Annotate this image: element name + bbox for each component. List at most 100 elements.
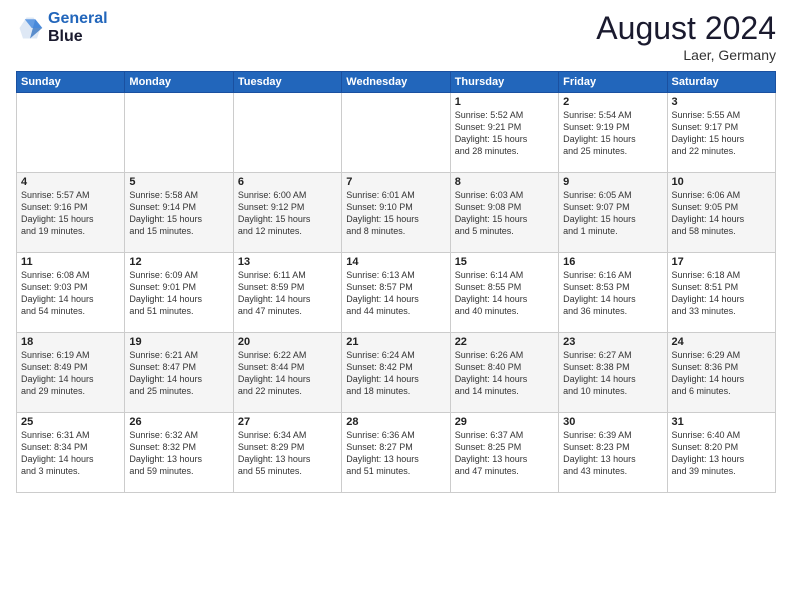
calendar-cell: 15Sunrise: 6:14 AM Sunset: 8:55 PM Dayli…	[450, 253, 558, 333]
day-info: Sunrise: 6:16 AM Sunset: 8:53 PM Dayligh…	[563, 269, 662, 318]
calendar-cell: 27Sunrise: 6:34 AM Sunset: 8:29 PM Dayli…	[233, 413, 341, 493]
day-number: 6	[238, 176, 337, 188]
calendar-cell: 8Sunrise: 6:03 AM Sunset: 9:08 PM Daylig…	[450, 173, 558, 253]
day-info: Sunrise: 6:19 AM Sunset: 8:49 PM Dayligh…	[21, 349, 120, 398]
day-number: 10	[672, 176, 771, 188]
day-info: Sunrise: 5:58 AM Sunset: 9:14 PM Dayligh…	[129, 189, 228, 238]
calendar-cell	[17, 93, 125, 173]
day-number: 26	[129, 416, 228, 428]
calendar-table: Sunday Monday Tuesday Wednesday Thursday…	[16, 71, 776, 493]
day-number: 4	[21, 176, 120, 188]
week-row-3: 11Sunrise: 6:08 AM Sunset: 9:03 PM Dayli…	[17, 253, 776, 333]
day-number: 16	[563, 256, 662, 268]
day-info: Sunrise: 6:06 AM Sunset: 9:05 PM Dayligh…	[672, 189, 771, 238]
day-number: 25	[21, 416, 120, 428]
calendar-cell: 30Sunrise: 6:39 AM Sunset: 8:23 PM Dayli…	[559, 413, 667, 493]
calendar-cell: 20Sunrise: 6:22 AM Sunset: 8:44 PM Dayli…	[233, 333, 341, 413]
day-number: 1	[455, 96, 554, 108]
calendar-cell: 25Sunrise: 6:31 AM Sunset: 8:34 PM Dayli…	[17, 413, 125, 493]
day-info: Sunrise: 6:34 AM Sunset: 8:29 PM Dayligh…	[238, 429, 337, 478]
day-info: Sunrise: 6:09 AM Sunset: 9:01 PM Dayligh…	[129, 269, 228, 318]
day-number: 15	[455, 256, 554, 268]
day-info: Sunrise: 6:32 AM Sunset: 8:32 PM Dayligh…	[129, 429, 228, 478]
logo-icon	[16, 14, 44, 42]
day-info: Sunrise: 6:13 AM Sunset: 8:57 PM Dayligh…	[346, 269, 445, 318]
day-number: 17	[672, 256, 771, 268]
day-number: 22	[455, 336, 554, 348]
day-number: 11	[21, 256, 120, 268]
day-number: 13	[238, 256, 337, 268]
title-area: August 2024 Laer, Germany	[596, 10, 776, 63]
day-info: Sunrise: 6:22 AM Sunset: 8:44 PM Dayligh…	[238, 349, 337, 398]
week-row-2: 4Sunrise: 5:57 AM Sunset: 9:16 PM Daylig…	[17, 173, 776, 253]
calendar-cell: 24Sunrise: 6:29 AM Sunset: 8:36 PM Dayli…	[667, 333, 775, 413]
header-sunday: Sunday	[17, 72, 125, 93]
day-number: 24	[672, 336, 771, 348]
week-row-1: 1Sunrise: 5:52 AM Sunset: 9:21 PM Daylig…	[17, 93, 776, 173]
day-info: Sunrise: 6:14 AM Sunset: 8:55 PM Dayligh…	[455, 269, 554, 318]
day-info: Sunrise: 6:21 AM Sunset: 8:47 PM Dayligh…	[129, 349, 228, 398]
day-info: Sunrise: 6:27 AM Sunset: 8:38 PM Dayligh…	[563, 349, 662, 398]
header-wednesday: Wednesday	[342, 72, 450, 93]
calendar-cell: 18Sunrise: 6:19 AM Sunset: 8:49 PM Dayli…	[17, 333, 125, 413]
header-friday: Friday	[559, 72, 667, 93]
header-thursday: Thursday	[450, 72, 558, 93]
day-number: 21	[346, 336, 445, 348]
day-info: Sunrise: 6:24 AM Sunset: 8:42 PM Dayligh…	[346, 349, 445, 398]
week-row-5: 25Sunrise: 6:31 AM Sunset: 8:34 PM Dayli…	[17, 413, 776, 493]
day-info: Sunrise: 6:37 AM Sunset: 8:25 PM Dayligh…	[455, 429, 554, 478]
day-info: Sunrise: 5:52 AM Sunset: 9:21 PM Dayligh…	[455, 109, 554, 158]
calendar-cell: 26Sunrise: 6:32 AM Sunset: 8:32 PM Dayli…	[125, 413, 233, 493]
calendar-cell: 11Sunrise: 6:08 AM Sunset: 9:03 PM Dayli…	[17, 253, 125, 333]
calendar-cell	[342, 93, 450, 173]
logo-text: General Blue	[48, 10, 108, 45]
calendar-body: 1Sunrise: 5:52 AM Sunset: 9:21 PM Daylig…	[17, 93, 776, 493]
day-number: 28	[346, 416, 445, 428]
day-number: 23	[563, 336, 662, 348]
calendar-cell: 19Sunrise: 6:21 AM Sunset: 8:47 PM Dayli…	[125, 333, 233, 413]
calendar-cell: 10Sunrise: 6:06 AM Sunset: 9:05 PM Dayli…	[667, 173, 775, 253]
calendar-cell: 17Sunrise: 6:18 AM Sunset: 8:51 PM Dayli…	[667, 253, 775, 333]
day-number: 19	[129, 336, 228, 348]
calendar-cell: 21Sunrise: 6:24 AM Sunset: 8:42 PM Dayli…	[342, 333, 450, 413]
calendar-cell: 29Sunrise: 6:37 AM Sunset: 8:25 PM Dayli…	[450, 413, 558, 493]
calendar-cell: 16Sunrise: 6:16 AM Sunset: 8:53 PM Dayli…	[559, 253, 667, 333]
calendar-cell: 22Sunrise: 6:26 AM Sunset: 8:40 PM Dayli…	[450, 333, 558, 413]
day-info: Sunrise: 6:29 AM Sunset: 8:36 PM Dayligh…	[672, 349, 771, 398]
calendar-cell: 13Sunrise: 6:11 AM Sunset: 8:59 PM Dayli…	[233, 253, 341, 333]
calendar-cell: 28Sunrise: 6:36 AM Sunset: 8:27 PM Dayli…	[342, 413, 450, 493]
day-number: 9	[563, 176, 662, 188]
header-tuesday: Tuesday	[233, 72, 341, 93]
calendar-cell	[233, 93, 341, 173]
day-number: 2	[563, 96, 662, 108]
day-info: Sunrise: 6:40 AM Sunset: 8:20 PM Dayligh…	[672, 429, 771, 478]
day-number: 27	[238, 416, 337, 428]
calendar-cell: 9Sunrise: 6:05 AM Sunset: 9:07 PM Daylig…	[559, 173, 667, 253]
calendar-cell: 6Sunrise: 6:00 AM Sunset: 9:12 PM Daylig…	[233, 173, 341, 253]
calendar-cell: 4Sunrise: 5:57 AM Sunset: 9:16 PM Daylig…	[17, 173, 125, 253]
calendar-cell: 5Sunrise: 5:58 AM Sunset: 9:14 PM Daylig…	[125, 173, 233, 253]
day-info: Sunrise: 6:39 AM Sunset: 8:23 PM Dayligh…	[563, 429, 662, 478]
header-monday: Monday	[125, 72, 233, 93]
day-number: 5	[129, 176, 228, 188]
location: Laer, Germany	[596, 47, 776, 63]
header-saturday: Saturday	[667, 72, 775, 93]
day-number: 29	[455, 416, 554, 428]
day-info: Sunrise: 6:05 AM Sunset: 9:07 PM Dayligh…	[563, 189, 662, 238]
calendar-cell: 14Sunrise: 6:13 AM Sunset: 8:57 PM Dayli…	[342, 253, 450, 333]
day-info: Sunrise: 6:11 AM Sunset: 8:59 PM Dayligh…	[238, 269, 337, 318]
day-info: Sunrise: 5:57 AM Sunset: 9:16 PM Dayligh…	[21, 189, 120, 238]
calendar-cell: 23Sunrise: 6:27 AM Sunset: 8:38 PM Dayli…	[559, 333, 667, 413]
day-number: 12	[129, 256, 228, 268]
calendar-cell: 2Sunrise: 5:54 AM Sunset: 9:19 PM Daylig…	[559, 93, 667, 173]
day-info: Sunrise: 6:01 AM Sunset: 9:10 PM Dayligh…	[346, 189, 445, 238]
day-number: 31	[672, 416, 771, 428]
calendar-cell: 1Sunrise: 5:52 AM Sunset: 9:21 PM Daylig…	[450, 93, 558, 173]
day-info: Sunrise: 6:00 AM Sunset: 9:12 PM Dayligh…	[238, 189, 337, 238]
day-number: 3	[672, 96, 771, 108]
day-number: 7	[346, 176, 445, 188]
day-number: 30	[563, 416, 662, 428]
day-info: Sunrise: 5:54 AM Sunset: 9:19 PM Dayligh…	[563, 109, 662, 158]
calendar-cell: 31Sunrise: 6:40 AM Sunset: 8:20 PM Dayli…	[667, 413, 775, 493]
calendar-cell	[125, 93, 233, 173]
